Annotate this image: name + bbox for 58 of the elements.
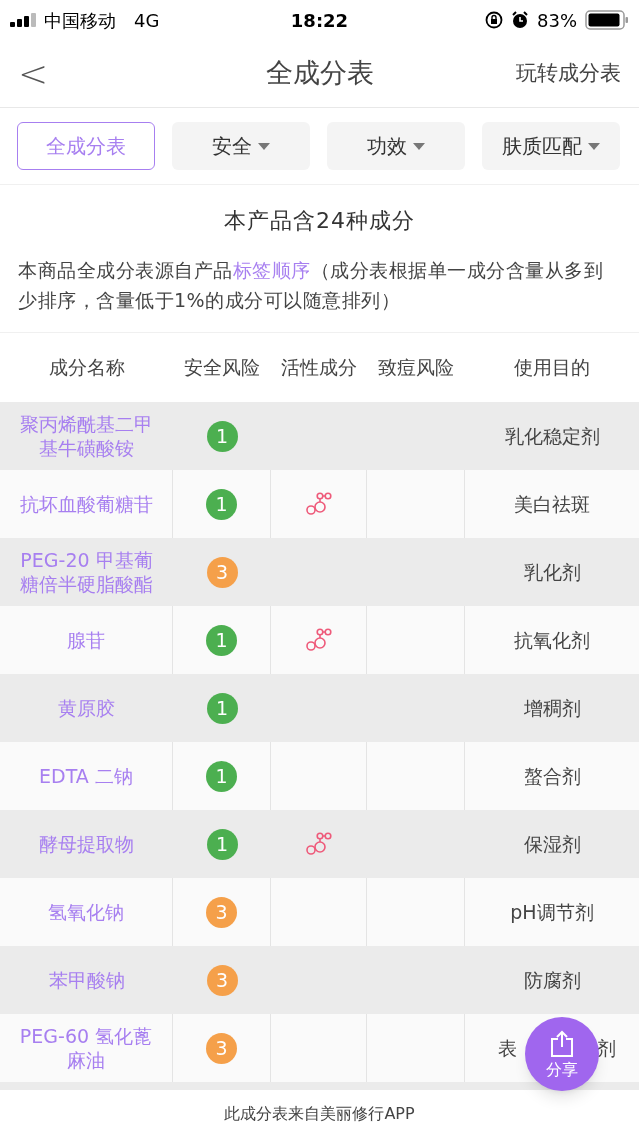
column-header: 活性成分: [281, 355, 357, 381]
purpose-text: 保湿剂: [523, 831, 581, 857]
ingredient-name[interactable]: 氢氧化钠: [48, 900, 124, 924]
guide-link[interactable]: 玩转成分表: [501, 57, 621, 90]
purpose-text: 乳化剂: [523, 559, 581, 585]
source-note: 本商品全成分表源自产品标签顺序（成分表根据单一成分含量从多到少排序，含量低于1%的成分可以随意排列）: [18, 258, 604, 313]
share-icon: [549, 1030, 575, 1058]
purpose-text: 增稠剂: [523, 695, 581, 721]
risk-badge: 1: [206, 828, 238, 860]
ingredient-name[interactable]: EDTA 二钠: [39, 764, 133, 788]
ingredient-name[interactable]: PEG-60 氢化蓖麻油: [14, 1024, 158, 1072]
battery-icon: [585, 10, 629, 30]
filter-tab[interactable]: 安全: [172, 122, 310, 170]
ingredient-name[interactable]: 酵母提取物: [39, 832, 134, 856]
ingredient-name[interactable]: 腺苷: [67, 628, 105, 652]
rotation-lock-icon: [485, 11, 503, 29]
ingredient-count: 本产品含24种成分: [223, 206, 416, 235]
battery-percent: 83%: [537, 8, 577, 33]
purpose-text: 乳化稳定剂: [504, 423, 600, 449]
purpose-text: 抗氧化剂: [514, 627, 590, 653]
risk-badge: 1: [206, 692, 238, 724]
column-header: 安全风险: [184, 355, 260, 381]
risk-badge: 3: [206, 964, 238, 996]
back-button[interactable]: <: [18, 55, 138, 92]
network-type: 4G: [134, 8, 160, 33]
risk-badge: 1: [206, 760, 237, 792]
ingredient-name[interactable]: 苯甲酸钠: [48, 968, 125, 992]
ingredient-name[interactable]: 聚丙烯酰基二甲基牛磺酸铵: [14, 412, 159, 460]
page-title: 全成分表: [264, 56, 375, 91]
filter-tab[interactable]: 功效: [327, 122, 465, 170]
filter-tab[interactable]: 全成分表: [17, 122, 155, 170]
ingredient-name[interactable]: PEG-20 甲基葡糖倍半硬脂酸酯: [14, 548, 159, 596]
purpose-text: pH调节剂: [510, 899, 594, 925]
caret-icon: [258, 142, 270, 150]
risk-badge: 1: [206, 488, 237, 520]
caret-icon: [413, 142, 425, 150]
purpose-text: 美白祛斑: [514, 491, 590, 517]
alarm-icon: [511, 11, 529, 29]
purpose-text: 剂: [597, 1035, 616, 1061]
column-header: 使用目的: [514, 355, 590, 381]
risk-badge: 3: [206, 556, 238, 588]
filter-tab[interactable]: 肤质匹配: [482, 122, 620, 170]
risk-badge: 3: [206, 1032, 237, 1064]
purpose-text: 螯合剂: [523, 763, 581, 789]
carrier-name: 中国移动: [44, 8, 116, 33]
label-order-link[interactable]: 标签顺序: [232, 259, 311, 281]
purpose-text: 表: [498, 1035, 517, 1061]
risk-badge: 3: [206, 896, 237, 928]
purpose-text: 防腐剂: [523, 967, 581, 993]
ingredient-name[interactable]: 抗坏血酸葡糖苷: [19, 492, 153, 516]
caret-icon: [588, 142, 600, 150]
column-header: 致痘风险: [378, 355, 454, 381]
column-header: 成分名称: [48, 355, 125, 381]
risk-badge: 1: [206, 420, 238, 452]
ingredient-name[interactable]: 黄原胶: [58, 696, 115, 720]
clock-time: 18:22: [289, 8, 350, 33]
signal-icon: [10, 13, 38, 27]
risk-badge: 1: [206, 624, 237, 656]
